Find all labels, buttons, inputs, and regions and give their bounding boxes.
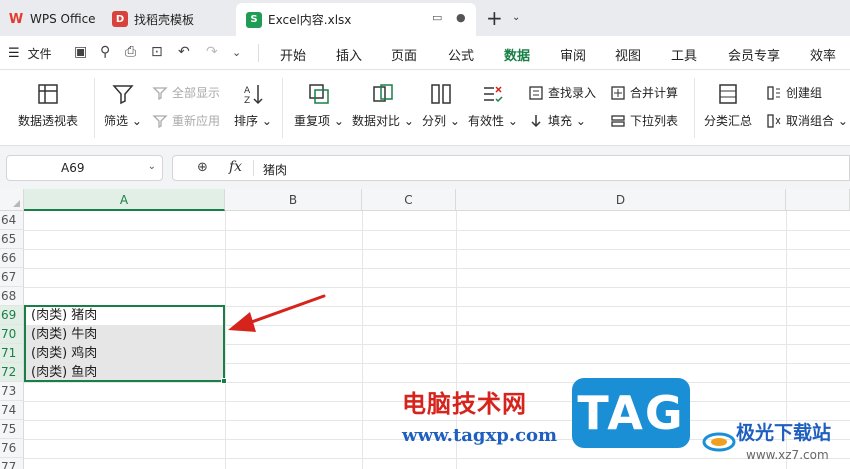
watermark-site-url: www.tagxp.com: [402, 425, 558, 446]
watermark-tag-logo: TAG: [572, 378, 690, 448]
watermark-jg-url: www.xz7.com: [746, 448, 829, 462]
watermark-jg-name: 极光下载站: [736, 422, 832, 444]
watermark-site-name: 电脑技术网: [402, 390, 527, 418]
aurora-logo-icon: [702, 432, 736, 452]
watermark-jg-logo: 极光下载站 www.xz7.com: [702, 414, 850, 469]
